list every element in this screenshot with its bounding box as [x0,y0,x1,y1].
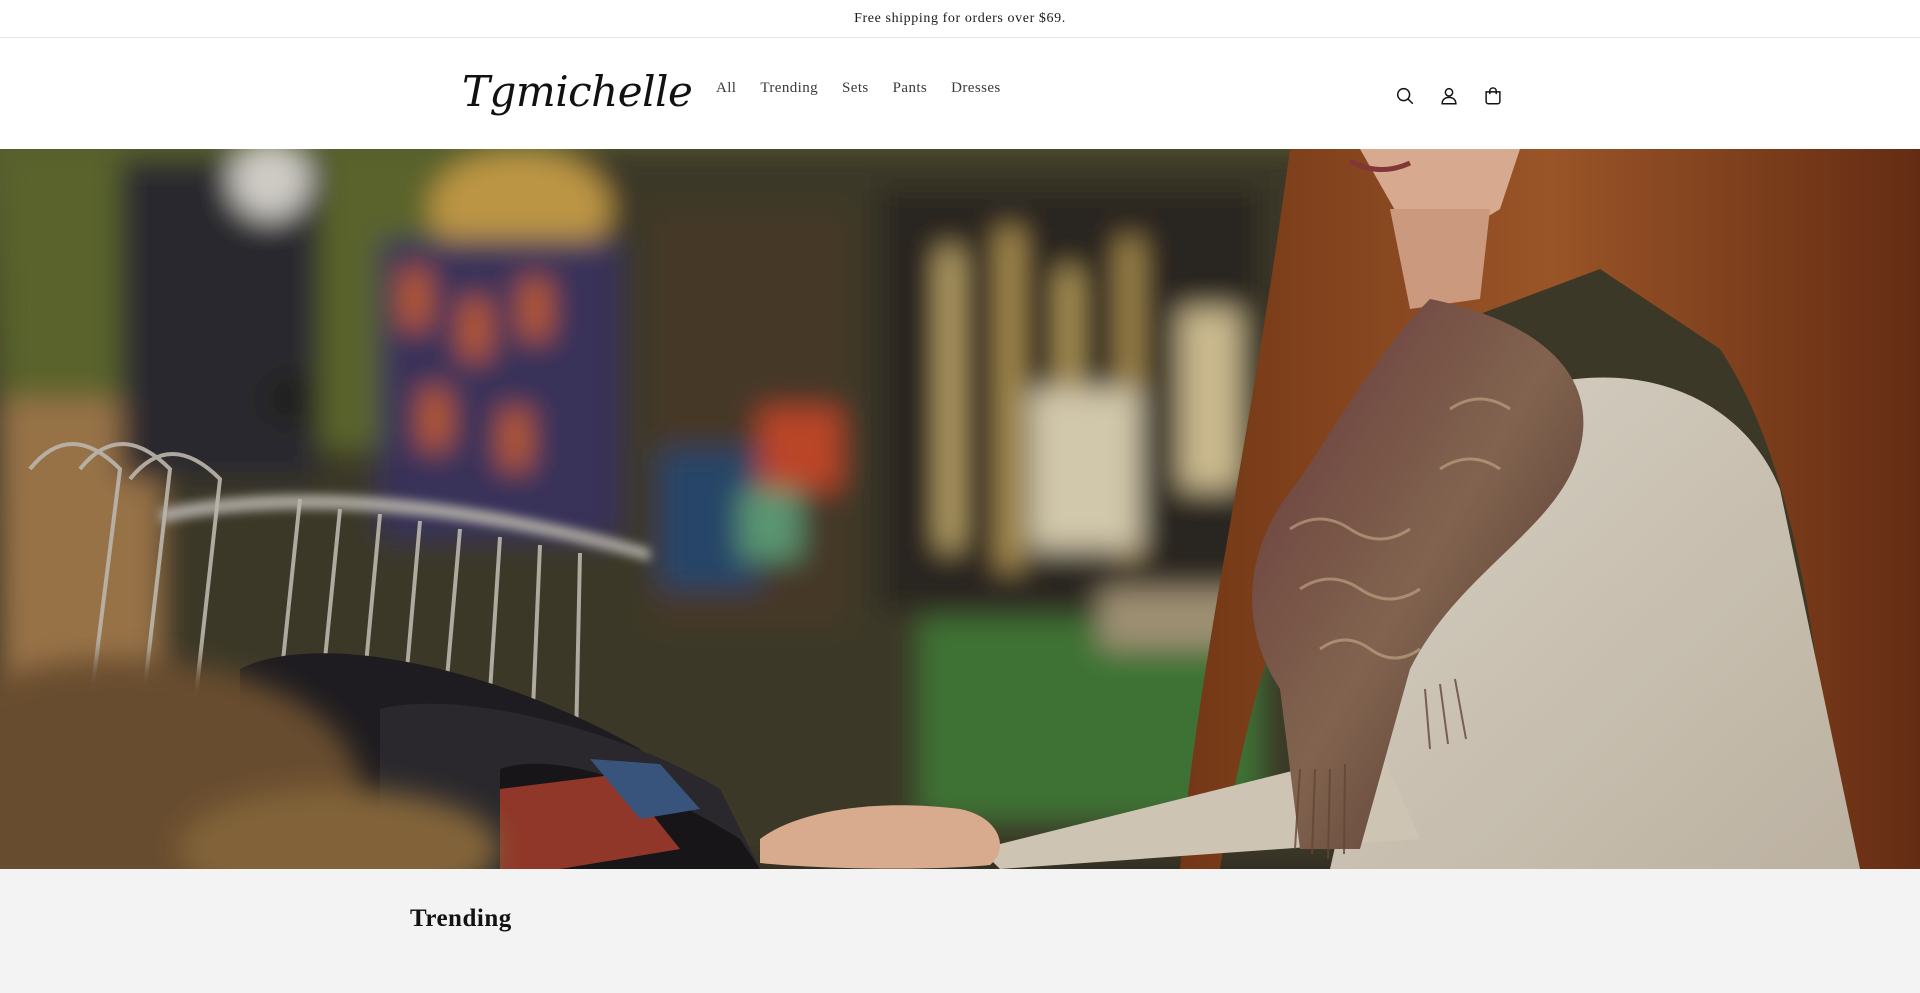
announcement-text: Free shipping for orders over $69. [854,10,1066,26]
cart-button[interactable] [1471,74,1515,118]
cart-icon [1485,87,1501,105]
section-title: Trending [410,905,512,932]
account-button[interactable] [1427,74,1471,118]
header-icons [1383,74,1515,118]
account-icon [1441,87,1457,105]
store-logo[interactable]: Tgmichelle [462,60,693,124]
announcement-bar: Free shipping for orders over $69. [0,0,1920,38]
hero-image [0,149,1920,869]
featured-collection: Trending [0,869,1920,993]
nav-item-dresses[interactable]: Dresses [939,76,1012,101]
search-icon [1396,87,1414,105]
search-button[interactable] [1383,74,1427,118]
nav-item-trending[interactable]: Trending [748,76,830,101]
nav-item-pants[interactable]: Pants [881,76,940,101]
hero-banner [0,149,1920,869]
nav-item-sets[interactable]: Sets [830,76,881,101]
site-header: Tgmichelle All Trending Sets Pants Dress… [0,38,1920,149]
main-nav: All Trending Sets Pants Dresses [704,76,1013,101]
nav-item-all[interactable]: All [704,76,748,101]
